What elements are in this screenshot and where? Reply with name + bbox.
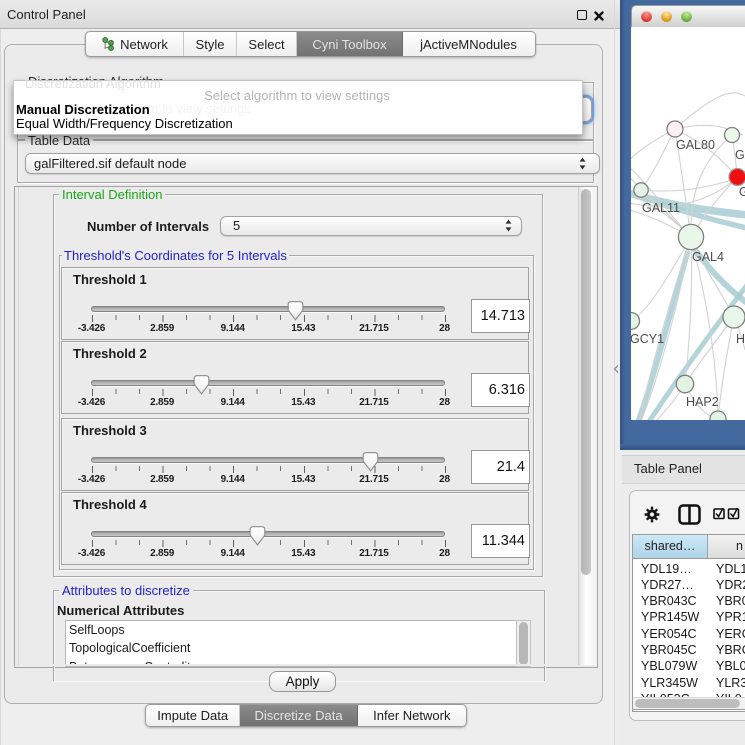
svg-text:GAL80: GAL80 [676,138,715,152]
svg-text:H: H [736,332,745,346]
svg-text:G: G [739,185,745,199]
svg-text:GAL4: GAL4 [692,250,724,264]
svg-text:GAL11: GAL11 [642,201,680,215]
svg-text:GCY1: GCY1 [631,332,664,346]
svg-text:HAP2: HAP2 [686,395,719,409]
svg-text:GA: GA [735,148,745,162]
